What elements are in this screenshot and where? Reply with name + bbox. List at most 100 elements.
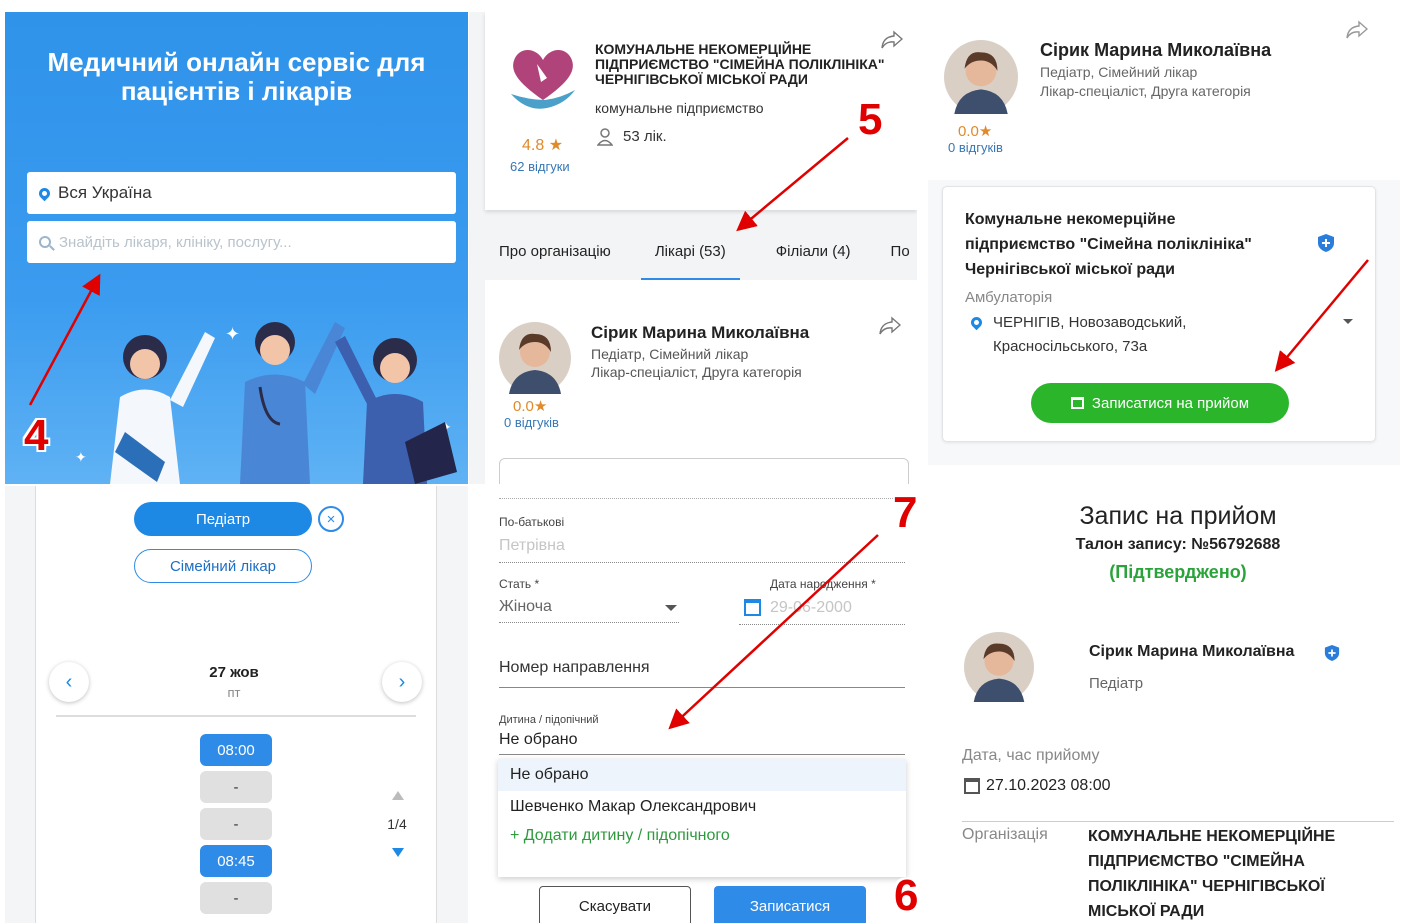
- verified-shield-icon: [1318, 234, 1334, 252]
- location-select[interactable]: Вся Україна: [27, 172, 456, 214]
- doctor-reviews-link[interactable]: 0 відгуків: [948, 140, 1003, 155]
- schedule-weekday: пт: [227, 685, 241, 700]
- search-input[interactable]: Знайдіть лікаря, клініку, послугу...: [27, 221, 456, 263]
- avatar: [964, 632, 1034, 702]
- doctor-reviews-link[interactable]: 0 відгуків: [504, 415, 559, 430]
- patronymic-input[interactable]: Петрівна: [499, 537, 565, 555]
- time-slot[interactable]: 08:00: [200, 734, 272, 766]
- book-appointment-button[interactable]: Записатися на прийом: [1031, 383, 1289, 423]
- hero-title: Медичний онлайн сервіс для пацієнтів і л…: [47, 47, 426, 106]
- gender-select[interactable]: Жіноча: [499, 598, 552, 616]
- organization-reviews-link[interactable]: 62 відгуки: [510, 159, 570, 174]
- clinic-card: Комунальне некомерційне підприємство "Сі…: [942, 186, 1376, 442]
- doctor-specialty: Педіатр: [1089, 675, 1144, 692]
- add-child-link[interactable]: + Додати дитину / підопічного: [498, 827, 906, 845]
- annotation-number: 5: [858, 95, 883, 144]
- dropdown-option[interactable]: Не обрано: [498, 759, 906, 791]
- doctor-header: Сірик Марина Миколаївна Педіатр, Сімейни…: [928, 10, 1400, 180]
- confirmation-panel: Запис на прийом Талон запису: №56792688 …: [926, 486, 1402, 923]
- organization-name: КОМУНАЛЬНЕ НЕКОМЕРЦІЙНЕ ПІДПРИЄМСТВО "СІ…: [595, 41, 885, 87]
- clinic-name: Комунальне некомерційне підприємство "Сі…: [965, 211, 1252, 278]
- status-badge: (Підтверджено): [1109, 562, 1247, 582]
- datetime-label: Дата, час прийому: [962, 747, 1100, 764]
- specialty-chip[interactable]: Сімейний лікар: [134, 549, 312, 583]
- doctor-specialty: Педіатр, Сімейний лікар Лікар-спеціаліст…: [591, 346, 802, 380]
- annotation-number: 6: [894, 871, 919, 920]
- divider: [962, 821, 1394, 822]
- location-pin-icon: [968, 314, 985, 331]
- scroll-up-icon[interactable]: [392, 791, 404, 800]
- search-icon: [39, 236, 51, 248]
- referral-number-input[interactable]: Номер направлення: [499, 659, 650, 677]
- slot-page-indicator: 1/4: [387, 816, 407, 832]
- patronymic-label: По-батькові: [499, 515, 565, 529]
- organization-value: КОМУНАЛЬНЕ НЕКОМЕРЦІЙНЕ ПІДПРИЄМСТВО "СІ…: [1088, 828, 1336, 920]
- child-select[interactable]: Не обрано: [499, 731, 578, 749]
- verified-shield-icon: [1324, 645, 1340, 661]
- schedule-date: 27 жов: [209, 664, 259, 681]
- doctor-specialty: Педіатр, Сімейний лікар Лікар-спеціаліст…: [1040, 64, 1251, 99]
- doctor-name[interactable]: Сірик Марина Миколаївна: [591, 323, 809, 343]
- datetime-value: 27.10.2023 08:00: [986, 777, 1111, 794]
- prev-day-button[interactable]: ‹: [49, 662, 89, 702]
- annotation-number: 7: [893, 488, 918, 537]
- doctor-card[interactable]: Сірик Марина Миколаївна Педіатр, Сімейни…: [485, 280, 917, 484]
- organization-type: комунальне підприємство: [595, 100, 764, 116]
- dropdown-option[interactable]: Шевченко Макар Олександрович: [498, 791, 906, 823]
- input-underline: [739, 624, 905, 625]
- tab-doctors[interactable]: Лікарі (53): [640, 234, 740, 280]
- chevron-down-icon[interactable]: [1343, 319, 1353, 324]
- organization-label: Організація: [962, 826, 1048, 843]
- input-underline: [499, 754, 905, 755]
- booking-form-panel: По-батькові Петрівна Стать * Жіноча Дата…: [469, 486, 925, 923]
- next-card-edge: [499, 458, 909, 484]
- tab-about[interactable]: Про організацію: [485, 234, 611, 280]
- time-slot[interactable]: 08:45: [200, 845, 272, 877]
- doctor-name: Сірик Марина Миколаївна: [1089, 643, 1295, 660]
- share-icon[interactable]: [879, 316, 901, 336]
- organization-panel: КОМУНАЛЬНЕ НЕКОМЕРЦІЙНЕ ПІДПРИЄМСТВО "СІ…: [469, 12, 917, 484]
- divider: [499, 498, 905, 499]
- hero-panel: Медичний онлайн сервіс для пацієнтів і л…: [5, 12, 468, 484]
- organization-rating: 4.8 ★: [522, 137, 564, 154]
- tab-more[interactable]: По: [877, 234, 910, 280]
- organization-logo: [511, 49, 575, 109]
- chevron-down-icon[interactable]: [665, 605, 677, 611]
- confirmation-title: Запис на прийом: [1079, 502, 1277, 530]
- avatar: [944, 40, 1018, 114]
- share-icon[interactable]: [881, 30, 903, 50]
- avatar: [499, 322, 571, 394]
- calendar-icon[interactable]: [744, 599, 761, 616]
- ticket-number: Талон запису: №56792688: [1075, 536, 1281, 553]
- doctors-illustration: ✦ ✦ ✦: [75, 322, 457, 484]
- specialty-chip-selected[interactable]: Педіатр: [134, 502, 312, 536]
- time-slot-empty: -: [200, 882, 272, 914]
- share-icon[interactable]: [1346, 20, 1368, 40]
- tab-branches[interactable]: Філіали (4): [762, 234, 851, 280]
- input-underline: [499, 687, 905, 688]
- organization-card: КОМУНАЛЬНЕ НЕКОМЕРЦІЙНЕ ПІДПРИЄМСТВО "СІ…: [485, 12, 917, 210]
- location-pin-icon: [36, 185, 53, 201]
- time-slot-empty: -: [200, 771, 272, 803]
- submit-booking-button[interactable]: Записатися: [714, 886, 866, 923]
- clinic-address: ЧЕРНІГІВ, Новозаводський, Красносільсько…: [993, 314, 1187, 355]
- clinic-kind: Амбулаторія: [965, 289, 1053, 306]
- birthdate-input[interactable]: 29-06-2000: [770, 599, 852, 617]
- schedule-panel: Педіатр × Сімейний лікар ‹ 27 жов пт › 0…: [5, 486, 468, 923]
- input-underline: [499, 562, 905, 563]
- schedule-card: Педіатр × Сімейний лікар ‹ 27 жов пт › 0…: [35, 486, 437, 923]
- child-dropdown-menu: Не обрано Шевченко Макар Олександрович +…: [498, 759, 906, 877]
- divider: [56, 715, 416, 717]
- cancel-button[interactable]: Скасувати: [539, 886, 691, 923]
- calendar-icon: [964, 778, 980, 794]
- svg-text:✦: ✦: [225, 324, 240, 345]
- time-slot-empty: -: [200, 808, 272, 840]
- doctors-count: 53 лік.: [623, 128, 667, 145]
- child-label: Дитина / підопічний: [499, 714, 599, 726]
- close-icon[interactable]: ×: [318, 506, 344, 532]
- annotation-number: 4: [24, 411, 49, 460]
- input-underline: [499, 622, 679, 623]
- next-day-button[interactable]: ›: [382, 662, 422, 702]
- scroll-down-icon[interactable]: [392, 848, 404, 857]
- gender-label: Стать *: [499, 577, 540, 591]
